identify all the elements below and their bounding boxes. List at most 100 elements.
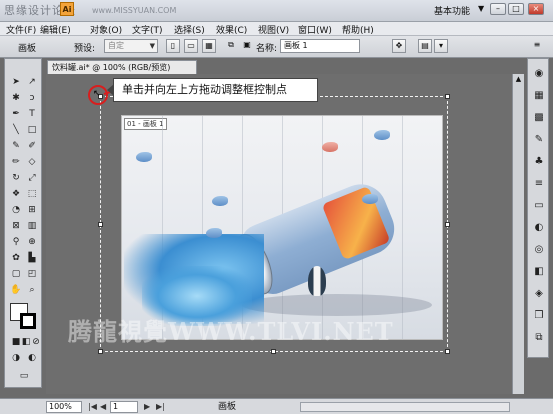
brushes-panel-icon[interactable]: ✎: [532, 133, 546, 147]
menu-edit[interactable]: 编辑(E): [40, 23, 71, 36]
pen-tool-icon[interactable]: ✒: [9, 107, 23, 121]
gradient-tool-icon[interactable]: ▥: [25, 219, 39, 233]
none-mode-icon[interactable]: ⊘: [29, 335, 43, 349]
panel-icon[interactable]: ▤: [418, 39, 432, 53]
mesh-tool-icon[interactable]: ⊠: [9, 219, 23, 233]
document-tab[interactable]: 饮料罐.ai* @ 100% (RGB/预览) ×: [47, 60, 197, 74]
appearance-panel-icon[interactable]: ◎: [532, 243, 546, 257]
resize-handle-top-right[interactable]: [445, 94, 450, 99]
resize-handle-bottom-left[interactable]: [98, 349, 103, 354]
warp-tool-icon[interactable]: ❖: [9, 187, 23, 201]
artwork-image: 01 - 画板 1: [121, 115, 443, 340]
chevron-down-icon: ▼: [149, 42, 155, 50]
menu-object[interactable]: 对象(O): [90, 23, 122, 36]
maximize-button[interactable]: □: [508, 3, 524, 15]
first-artboard-button[interactable]: |◀: [88, 401, 97, 413]
scroll-up-icon[interactable]: ▲: [514, 75, 523, 84]
bird-icon: [374, 130, 390, 140]
menu-effect[interactable]: 效果(C): [216, 23, 247, 36]
blob-brush-tool-icon[interactable]: ✏: [9, 155, 23, 169]
line-tool-icon[interactable]: ╲: [9, 123, 23, 137]
workspace-switcher[interactable]: 基本功能: [434, 4, 470, 17]
slice-tool-icon[interactable]: ◰: [25, 267, 39, 281]
zoom-select[interactable]: 100%: [46, 401, 82, 413]
bird-icon: [136, 152, 152, 162]
bird-icon: [322, 142, 338, 152]
instruction-callout: 单击并向左上方拖动调整框控制点: [113, 78, 318, 102]
prev-artboard-button[interactable]: ◀: [100, 401, 106, 413]
watermark-url: www.MISSYUAN.COM: [92, 6, 177, 15]
layers-stack-icon[interactable]: ⧉: [532, 331, 546, 345]
menu-icon[interactable]: ≡: [530, 39, 544, 53]
transparency-panel-icon[interactable]: ◐: [532, 221, 546, 235]
new-artboard-icon[interactable]: ▦: [202, 39, 216, 53]
menu-bar: 文件(F) 编辑(E) 对象(O) 文字(T) 选择(S) 效果(C) 视图(V…: [0, 22, 553, 36]
perspective-grid-tool-icon[interactable]: ⊞: [25, 203, 39, 217]
menu-help[interactable]: 帮助(H): [342, 23, 374, 36]
color-panel-icon[interactable]: ◉: [532, 67, 546, 81]
draw-mode-icon[interactable]: ◑: [9, 351, 23, 365]
swatches-panel-icon[interactable]: ▩: [532, 111, 546, 125]
portrait-icon[interactable]: ▯: [166, 39, 180, 53]
stroke-color-swatch[interactable]: [20, 313, 36, 329]
graphic-styles-panel-icon[interactable]: ◧: [532, 265, 546, 279]
menu-view[interactable]: 视图(V): [258, 23, 289, 36]
type-tool-icon[interactable]: T: [25, 107, 39, 121]
free-transform-tool-icon[interactable]: ⬚: [25, 187, 39, 201]
status-tool-label: 画板: [218, 402, 237, 412]
horizontal-scrollbar[interactable]: [300, 402, 510, 412]
name-label: 名称:: [256, 44, 278, 54]
artboard-number-select[interactable]: 1: [110, 401, 138, 413]
chevron-down-icon[interactable]: ▼: [478, 4, 484, 13]
lasso-tool-icon[interactable]: ↄ: [25, 91, 39, 105]
last-artboard-button[interactable]: ▶|: [156, 401, 165, 413]
artboards-panel-icon[interactable]: ❒: [532, 309, 546, 323]
artboard-name-input[interactable]: 画板 1: [280, 39, 360, 53]
panel-icon[interactable]: ▾: [434, 39, 448, 53]
column-graph-tool-icon[interactable]: ▙: [25, 251, 39, 265]
screen-mode-icon[interactable]: ▭: [17, 369, 31, 383]
move-copy-icon[interactable]: ⧉: [224, 39, 238, 53]
selection-tool-icon[interactable]: ➤: [9, 75, 23, 89]
zoom-tool-icon[interactable]: ⌕: [25, 283, 39, 297]
rotate-tool-icon[interactable]: ↻: [9, 171, 23, 185]
menu-file[interactable]: 文件(F): [6, 23, 36, 36]
resize-handle-bottom[interactable]: [271, 349, 276, 354]
preset-select[interactable]: 自定 ▼: [104, 39, 158, 53]
symbols-panel-icon[interactable]: ♣: [532, 155, 546, 169]
eraser-tool-icon[interactable]: ◇: [25, 155, 39, 169]
layers-panel-icon[interactable]: ◈: [532, 287, 546, 301]
scale-tool-icon[interactable]: ⤢: [25, 171, 39, 185]
paintbrush-tool-icon[interactable]: ✎: [9, 139, 23, 153]
eyedropper-tool-icon[interactable]: ⚲: [9, 235, 23, 249]
close-button[interactable]: ×: [528, 3, 544, 15]
minimize-button[interactable]: –: [490, 3, 506, 15]
artboard-tool-icon[interactable]: ▢: [9, 267, 23, 281]
symbol-sprayer-tool-icon[interactable]: ✿: [9, 251, 23, 265]
stroke-panel-icon[interactable]: ≡: [532, 177, 546, 191]
next-artboard-button[interactable]: ▶: [144, 401, 150, 413]
resize-cursor-icon: ↖: [93, 89, 101, 99]
hand-tool-icon[interactable]: ✋: [9, 283, 23, 297]
tools-panel: ➤ ↗ ✱ ↄ ✒ T ╲ □ ✎ ✐ ✏ ◇ ↻ ⤢ ❖ ⬚ ◔ ⊞ ⊠ ▥ …: [4, 58, 42, 388]
vertical-scrollbar[interactable]: ▲: [512, 74, 524, 394]
landscape-icon[interactable]: ▭: [184, 39, 198, 53]
gradient-panel-icon[interactable]: ▭: [532, 199, 546, 213]
pencil-tool-icon[interactable]: ✐: [25, 139, 39, 153]
artboard-options-icon[interactable]: ✥: [392, 39, 406, 53]
resize-handle-bottom-right[interactable]: [445, 349, 450, 354]
draw-behind-icon[interactable]: ◐: [25, 351, 39, 365]
direct-selection-tool-icon[interactable]: ↗: [25, 75, 39, 89]
resize-handle-left[interactable]: [98, 222, 103, 227]
menu-window[interactable]: 窗口(W): [298, 23, 332, 36]
resize-handle-right[interactable]: [445, 222, 450, 227]
color-guide-icon[interactable]: ▦: [532, 89, 546, 103]
right-panel-dock: ◉ ▦ ▩ ✎ ♣ ≡ ▭ ◐ ◎ ◧ ◈ ❒ ⧉: [527, 58, 549, 358]
magic-wand-tool-icon[interactable]: ✱: [9, 91, 23, 105]
menu-select[interactable]: 选择(S): [174, 23, 205, 36]
menu-type[interactable]: 文字(T): [132, 23, 163, 36]
shape-builder-tool-icon[interactable]: ◔: [9, 203, 23, 217]
rectangle-tool-icon[interactable]: □: [25, 123, 39, 137]
delete-artboard-icon[interactable]: ▣: [240, 39, 254, 53]
blend-tool-icon[interactable]: ⊕: [25, 235, 39, 249]
